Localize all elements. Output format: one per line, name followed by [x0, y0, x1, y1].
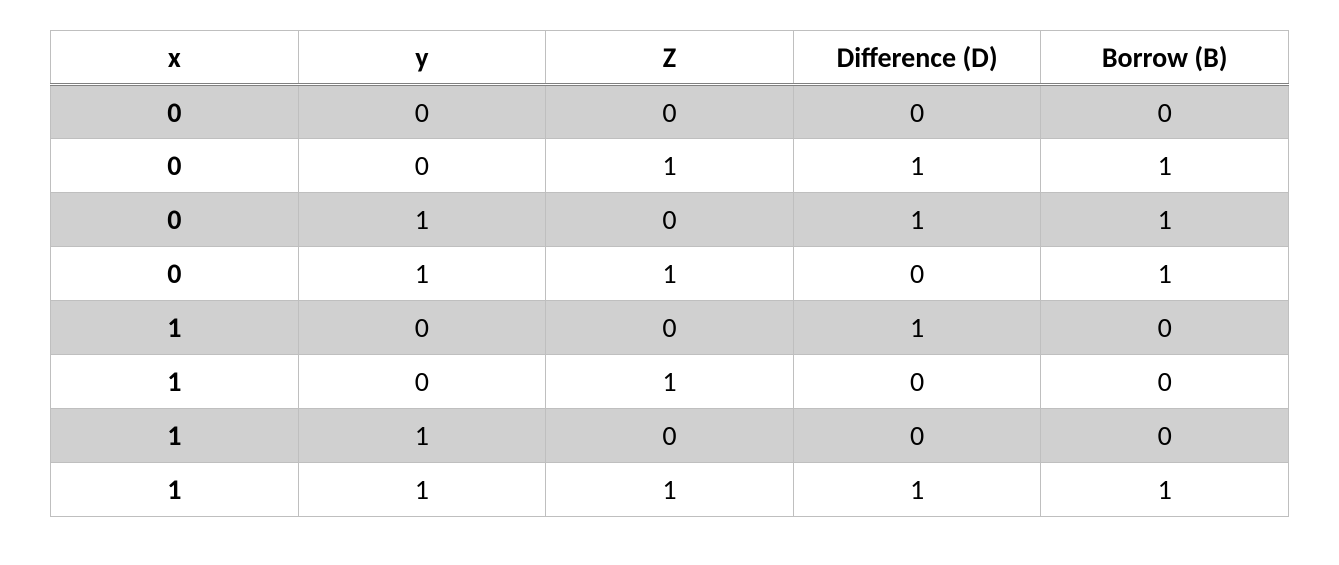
cell-borrow: 0 — [1041, 409, 1289, 463]
cell-z: 1 — [546, 247, 794, 301]
table-row: 1 1 1 1 1 — [51, 463, 1289, 517]
table-row: 0 0 1 1 1 — [51, 139, 1289, 193]
truth-table: x y Z Difference (D) Borrow (B) 0 0 0 0 … — [50, 30, 1289, 517]
table-row: 0 1 0 1 1 — [51, 193, 1289, 247]
cell-x: 0 — [51, 139, 299, 193]
cell-difference: 1 — [793, 463, 1041, 517]
cell-z: 1 — [546, 355, 794, 409]
cell-borrow: 1 — [1041, 139, 1289, 193]
table-row: 0 1 1 0 1 — [51, 247, 1289, 301]
cell-borrow: 0 — [1041, 355, 1289, 409]
cell-z: 0 — [546, 409, 794, 463]
cell-difference: 1 — [793, 301, 1041, 355]
cell-borrow: 1 — [1041, 463, 1289, 517]
cell-difference: 0 — [793, 355, 1041, 409]
column-header-difference: Difference (D) — [793, 31, 1041, 85]
cell-x: 0 — [51, 247, 299, 301]
cell-x: 1 — [51, 409, 299, 463]
cell-borrow: 0 — [1041, 301, 1289, 355]
cell-borrow: 0 — [1041, 85, 1289, 139]
cell-y: 0 — [298, 139, 546, 193]
cell-difference: 0 — [793, 409, 1041, 463]
cell-y: 1 — [298, 247, 546, 301]
cell-y: 1 — [298, 409, 546, 463]
cell-difference: 1 — [793, 139, 1041, 193]
table-row: 0 0 0 0 0 — [51, 85, 1289, 139]
cell-x: 1 — [51, 355, 299, 409]
cell-z: 1 — [546, 139, 794, 193]
cell-x: 0 — [51, 85, 299, 139]
column-header-x: x — [51, 31, 299, 85]
cell-y: 0 — [298, 301, 546, 355]
table-row: 1 0 0 1 0 — [51, 301, 1289, 355]
cell-y: 0 — [298, 85, 546, 139]
column-header-borrow: Borrow (B) — [1041, 31, 1289, 85]
cell-difference: 0 — [793, 247, 1041, 301]
cell-z: 0 — [546, 85, 794, 139]
cell-y: 0 — [298, 355, 546, 409]
cell-x: 0 — [51, 193, 299, 247]
cell-difference: 1 — [793, 193, 1041, 247]
cell-x: 1 — [51, 301, 299, 355]
table-row: 1 1 0 0 0 — [51, 409, 1289, 463]
column-header-z: Z — [546, 31, 794, 85]
cell-x: 1 — [51, 463, 299, 517]
cell-y: 1 — [298, 193, 546, 247]
cell-difference: 0 — [793, 85, 1041, 139]
cell-y: 1 — [298, 463, 546, 517]
cell-z: 0 — [546, 301, 794, 355]
table-row: 1 0 1 0 0 — [51, 355, 1289, 409]
column-header-y: y — [298, 31, 546, 85]
table-header-row: x y Z Difference (D) Borrow (B) — [51, 31, 1289, 85]
cell-borrow: 1 — [1041, 247, 1289, 301]
cell-borrow: 1 — [1041, 193, 1289, 247]
cell-z: 1 — [546, 463, 794, 517]
cell-z: 0 — [546, 193, 794, 247]
